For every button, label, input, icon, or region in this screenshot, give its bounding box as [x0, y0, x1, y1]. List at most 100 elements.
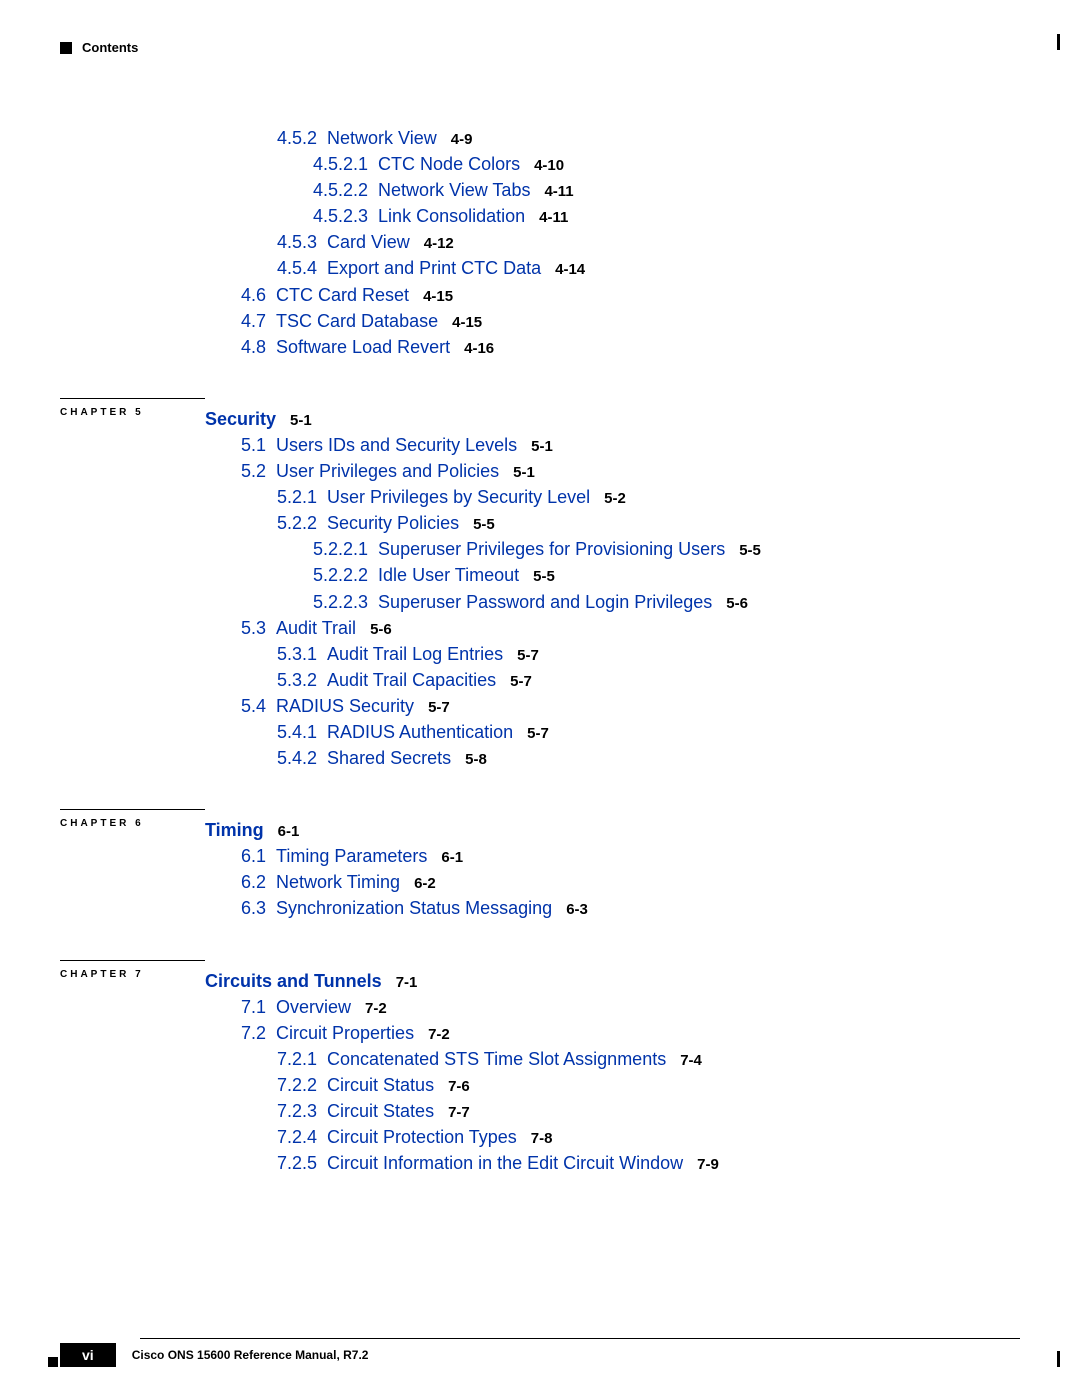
toc-entry: 5.2.2.3 Superuser Password and Login Pri…: [313, 589, 1020, 615]
toc-entry: 4.5.3 Card View 4-12: [277, 229, 1020, 255]
chapter-title-link[interactable]: Security: [205, 409, 276, 429]
toc-link[interactable]: 4.5.4 Export and Print CTC Data: [277, 258, 541, 278]
toc-link[interactable]: 5.2.2.2 Idle User Timeout: [313, 565, 519, 585]
toc-link[interactable]: 5.2.2.1 Superuser Privileges for Provisi…: [313, 539, 725, 559]
toc-entry: 5.3.2 Audit Trail Capacities 5-7: [277, 667, 1020, 693]
toc-link[interactable]: 7.2 Circuit Properties: [241, 1023, 414, 1043]
page-ref: 6-1: [278, 823, 300, 840]
footer: vi Cisco ONS 15600 Reference Manual, R7.…: [60, 1338, 1020, 1367]
chapter-block: CHAPTER 7Circuits and Tunnels 7-1 7.1 Over…: [60, 960, 1020, 1177]
page-ref: 4-11: [544, 183, 573, 200]
page-ref: 5-7: [510, 673, 532, 690]
page-ref: 7-6: [448, 1078, 470, 1095]
page-ref: 6-3: [566, 901, 588, 918]
toc-link[interactable]: 5.3 Audit Trail: [241, 618, 356, 638]
chapter-label: CHAPTER 5: [60, 407, 205, 418]
toc-link[interactable]: 6.2 Network Timing: [241, 872, 400, 892]
toc-link[interactable]: 5.2.2 Security Policies: [277, 513, 459, 533]
toc-entry: 4.5.2.2 Network View Tabs 4-11: [313, 177, 1020, 203]
page-ref: 7-2: [428, 1026, 450, 1043]
toc-entry: 7.2.1 Concatenated STS Time Slot Assignm…: [277, 1046, 1020, 1072]
toc-entry: 5.2 User Privileges and Policies5-1: [241, 458, 1020, 484]
toc-entry: 4.7 TSC Card Database4-15: [241, 308, 1020, 334]
toc-link[interactable]: 7.2.4 Circuit Protection Types: [277, 1127, 517, 1147]
toc-continuation: 4.5.2 Network View 4-9 4.5.2.1 CTC Node Co…: [205, 125, 1020, 360]
toc-link[interactable]: 4.7 TSC Card Database: [241, 311, 438, 331]
toc-link[interactable]: 5.1 Users IDs and Security Levels: [241, 435, 517, 455]
toc-link[interactable]: 4.5.2.1 CTC Node Colors: [313, 154, 520, 174]
toc-link[interactable]: 4.5.3 Card View: [277, 232, 410, 252]
page-ref: 7-1: [396, 974, 418, 991]
chapter-title-link[interactable]: Timing: [205, 820, 264, 840]
toc-link[interactable]: 5.3.2 Audit Trail Capacities: [277, 670, 496, 690]
toc-link[interactable]: 4.5.2 Network View: [277, 128, 437, 148]
toc-link[interactable]: 7.1 Overview: [241, 997, 351, 1017]
toc-entry: 5.2.2.2 Idle User Timeout 5-5: [313, 562, 1020, 588]
toc-link[interactable]: 5.4.2 Shared Secrets: [277, 748, 451, 768]
page-ref: 4-15: [423, 288, 453, 305]
page-ref: 5-2: [604, 490, 626, 507]
toc-link[interactable]: 6.1 Timing Parameters: [241, 846, 427, 866]
toc-link[interactable]: 6.3 Synchronization Status Messaging: [241, 898, 552, 918]
header-marker-icon: [60, 42, 72, 54]
toc-link[interactable]: 5.2.2.3 Superuser Password and Login Pri…: [313, 592, 712, 612]
toc-entry: 4.5.2 Network View 4-9: [277, 125, 1020, 151]
toc-link[interactable]: 4.5.2.3 Link Consolidation: [313, 206, 525, 226]
page-ref: 4-10: [534, 157, 564, 174]
toc-entry: 5.3 Audit Trail5-6: [241, 615, 1020, 641]
toc-link[interactable]: 4.8 Software Load Revert: [241, 337, 450, 357]
chapter-title-row: Circuits and Tunnels 7-1: [205, 968, 1020, 994]
chapter-title-row: Security 5-1: [205, 406, 1020, 432]
toc-link[interactable]: 5.2.1 User Privileges by Security Level: [277, 487, 590, 507]
toc-entry: 7.2 Circuit Properties 7-2: [241, 1020, 1020, 1046]
page-number: vi: [60, 1343, 116, 1367]
chapter-title-row: Timing 6-1: [205, 817, 1020, 843]
header-label: Contents: [82, 40, 138, 55]
toc-link[interactable]: 5.2 User Privileges and Policies: [241, 461, 499, 481]
chapter-title-link[interactable]: Circuits and Tunnels: [205, 971, 382, 991]
toc-entry: 5.4.1 RADIUS Authentication5-7: [277, 719, 1020, 745]
toc-entry: 7.1 Overview 7-2: [241, 994, 1020, 1020]
chapter-block: CHAPTER 6Timing6-16.1 Timing Parameters6…: [60, 809, 1020, 921]
page-ref: 5-8: [465, 751, 487, 768]
toc-entry: 5.1 Users IDs and Security Levels 5-1: [241, 432, 1020, 458]
page-ref: 5-1: [290, 412, 312, 429]
page-ref: 4-11: [539, 209, 568, 226]
toc-link[interactable]: 4.6 CTC Card Reset: [241, 285, 409, 305]
toc-link[interactable]: 7.2.1 Concatenated STS Time Slot Assignm…: [277, 1049, 666, 1069]
toc-link[interactable]: 7.2.5 Circuit Information in the Edit Ci…: [277, 1153, 683, 1173]
toc-link[interactable]: 4.5.2.2 Network View Tabs: [313, 180, 530, 200]
toc-link[interactable]: 5.4.1 RADIUS Authentication: [277, 722, 513, 742]
page-ref: 4-12: [424, 235, 454, 252]
toc-link[interactable]: 5.4 RADIUS Security: [241, 696, 414, 716]
page-ref: 4-14: [555, 261, 585, 278]
toc-entry: 6.1 Timing Parameters6-1: [241, 843, 1020, 869]
toc-entry: 4.6 CTC Card Reset 4-15: [241, 282, 1020, 308]
page-ref: 5-7: [428, 699, 450, 716]
chapter-label: CHAPTER 7: [60, 969, 205, 980]
page-ref: 5-1: [531, 438, 553, 455]
toc-entry: 6.3 Synchronization Status Messaging 6-3: [241, 895, 1020, 921]
toc-link[interactable]: 7.2.2 Circuit Status: [277, 1075, 434, 1095]
toc-link[interactable]: 7.2.3 Circuit States: [277, 1101, 434, 1121]
toc-entry: 4.5.2.3 Link Consolidation 4-11: [313, 203, 1020, 229]
toc-entry: 5.4 RADIUS Security 5-7: [241, 693, 1020, 719]
page-ref: 7-8: [531, 1130, 553, 1147]
toc-entry: 6.2 Network Timing 6-2: [241, 869, 1020, 895]
page-ref: 5-5: [533, 568, 555, 585]
toc-entry: 4.5.2.1 CTC Node Colors 4-10: [313, 151, 1020, 177]
page-ref: 7-2: [365, 1000, 387, 1017]
toc-entry: 7.2.4 Circuit Protection Types 7-8: [277, 1124, 1020, 1150]
toc-entry: 7.2.5 Circuit Information in the Edit Ci…: [277, 1150, 1020, 1176]
page-ref: 6-2: [414, 875, 436, 892]
page-ref: 4-9: [451, 131, 473, 148]
page-ref: 5-6: [726, 595, 748, 612]
toc-link[interactable]: 5.3.1 Audit Trail Log Entries: [277, 644, 503, 664]
page-ref: 5-5: [739, 542, 761, 559]
toc-entry: 4.8 Software Load Revert4-16: [241, 334, 1020, 360]
toc-entry: 5.3.1 Audit Trail Log Entries5-7: [277, 641, 1020, 667]
header: Contents: [60, 40, 1020, 55]
toc-entry: 5.2.2.1 Superuser Privileges for Provisi…: [313, 536, 1020, 562]
chapter-label: CHAPTER 6: [60, 818, 205, 829]
toc-entry: 7.2.3 Circuit States7-7: [277, 1098, 1020, 1124]
